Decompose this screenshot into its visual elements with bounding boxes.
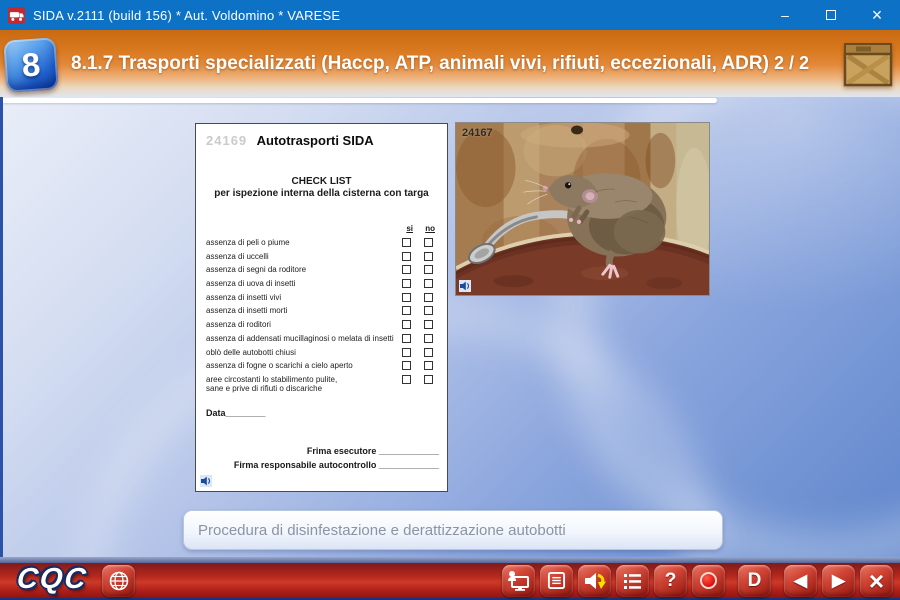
checkbox-no xyxy=(424,279,433,288)
rat-photo-illustration xyxy=(456,123,709,295)
checklist-row: assenza di insetti morti xyxy=(206,304,439,318)
help-icon: ? xyxy=(665,570,677,592)
col-header-si: si xyxy=(406,224,413,233)
checkbox-no xyxy=(424,334,433,343)
checkbox-column-headers: si no xyxy=(206,224,439,234)
document-code: 24169 xyxy=(206,133,247,148)
date-line: Data________ xyxy=(206,408,266,418)
wooden-crate-icon xyxy=(843,41,893,87)
minimize-icon: – xyxy=(781,7,789,23)
document-heading: CHECK LIST xyxy=(196,176,447,187)
close-icon: × xyxy=(872,5,883,26)
checkbox-si xyxy=(402,238,411,247)
speaker-icon[interactable] xyxy=(459,280,471,292)
checkbox-si xyxy=(402,293,411,302)
speaker-arrow-icon xyxy=(583,570,607,592)
document-title: 24169 Autotrasporti SIDA xyxy=(206,132,374,150)
list-icon xyxy=(623,572,643,590)
checkbox-no xyxy=(424,265,433,274)
text-page-button[interactable] xyxy=(540,565,573,597)
next-arrow-icon: ▶ xyxy=(832,571,845,591)
bottom-toolbar: CQC xyxy=(0,557,900,600)
checkbox-si xyxy=(402,279,411,288)
document-subheading: per ispezione interna della cisterna con… xyxy=(196,188,447,199)
lesson-photo: 24167 xyxy=(455,122,710,296)
caption-text: Procedura di disinfestazione e derattizz… xyxy=(198,522,566,539)
checkbox-si xyxy=(402,334,411,343)
app-window: SIDA v.2111 (build 156) * Aut. Voldomino… xyxy=(0,0,900,600)
checkbox-no xyxy=(424,238,433,247)
help-button[interactable]: ? xyxy=(654,565,687,597)
signature-line-1: Frima esecutore ____________ xyxy=(307,446,439,456)
audio-button[interactable] xyxy=(578,565,611,597)
checkbox-no xyxy=(424,293,433,302)
checkbox-no xyxy=(424,348,433,357)
checklist-document: 24169 Autotrasporti SIDA CHECK LIST per … xyxy=(195,123,448,492)
dictionary-icon: D xyxy=(748,570,762,592)
toolbar-bar: CQC xyxy=(0,563,900,598)
lesson-title: 8.1.7 Trasporti specializzati (Haccp, AT… xyxy=(71,53,774,75)
exit-button[interactable]: × xyxy=(860,565,893,597)
checklist-row: assenza di insetti vivi xyxy=(206,291,439,305)
checkbox-si xyxy=(402,361,411,370)
chapter-badge: 8 xyxy=(3,37,59,93)
checklist-row: aree circostanti lo stabilimento pulite,… xyxy=(206,373,439,395)
checklist-row: assenza di roditori xyxy=(206,318,439,332)
exit-x-icon: × xyxy=(869,568,884,594)
checkbox-no xyxy=(424,320,433,329)
text-page-icon xyxy=(547,571,566,590)
previous-button[interactable]: ◀ xyxy=(784,565,817,597)
lesson-canvas: 24169 Autotrasporti SIDA CHECK LIST per … xyxy=(0,97,900,557)
checklist-row: assenza di uccelli xyxy=(206,250,439,264)
caption-bar: Procedura di disinfestazione e derattizz… xyxy=(183,510,723,550)
checkbox-no xyxy=(424,306,433,315)
titlebar: SIDA v.2111 (build 156) * Aut. Voldomino… xyxy=(0,0,900,30)
prev-arrow-icon: ◀ xyxy=(794,571,807,591)
cqc-logo: CQC xyxy=(15,565,89,594)
record-button[interactable] xyxy=(692,565,725,597)
close-button[interactable]: × xyxy=(854,0,900,30)
globe-icon xyxy=(108,570,130,592)
checklist-row: assenza di segni da roditore xyxy=(206,263,439,277)
checklist-row: assenza di peli o piume xyxy=(206,236,439,250)
photo-code: 24167 xyxy=(462,127,493,139)
record-icon xyxy=(700,572,717,589)
checklist-row: assenza di addensati mucillaginosi o mel… xyxy=(206,332,439,346)
screen-person-icon xyxy=(507,570,530,591)
window-title: SIDA v.2111 (build 156) * Aut. Voldomino… xyxy=(33,8,340,23)
checklist-rows: assenza di peli o piume assenza di uccel… xyxy=(206,236,439,395)
header-divider xyxy=(3,98,717,103)
checkbox-no xyxy=(424,375,433,384)
maximize-icon xyxy=(826,10,836,20)
window-controls: – × xyxy=(762,0,900,30)
checkbox-si xyxy=(402,320,411,329)
checkbox-si xyxy=(402,306,411,315)
col-header-no: no xyxy=(425,224,435,233)
checklist-row: assenza di fogne o scarichi a cielo aper… xyxy=(206,359,439,373)
index-button[interactable] xyxy=(616,565,649,597)
checkbox-si xyxy=(402,375,411,384)
checkbox-si xyxy=(402,265,411,274)
next-button[interactable]: ▶ xyxy=(822,565,855,597)
checklist-row: oblò delle autobotti chiusi xyxy=(206,346,439,360)
checkbox-si xyxy=(402,252,411,261)
page-indicator: 2 / 2 xyxy=(774,53,809,74)
checkbox-no xyxy=(424,252,433,261)
lesson-header: 8 8.1.7 Trasporti specializzati (Haccp, … xyxy=(0,30,900,97)
maximize-button[interactable] xyxy=(808,0,854,30)
document-brand: Autotrasporti SIDA xyxy=(257,133,374,148)
checkbox-si xyxy=(402,348,411,357)
language-button[interactable] xyxy=(102,565,135,597)
checklist-row: assenza di uova di insetti xyxy=(206,277,439,291)
signature-line-2: Firma responsabile autocontrollo _______… xyxy=(234,460,439,470)
minimize-button[interactable]: – xyxy=(762,0,808,30)
sida-truck-app-icon xyxy=(8,7,25,24)
checkbox-no xyxy=(424,361,433,370)
classroom-mode-button[interactable] xyxy=(502,565,535,597)
dictionary-button[interactable]: D xyxy=(738,565,771,597)
speaker-icon[interactable] xyxy=(200,475,212,487)
